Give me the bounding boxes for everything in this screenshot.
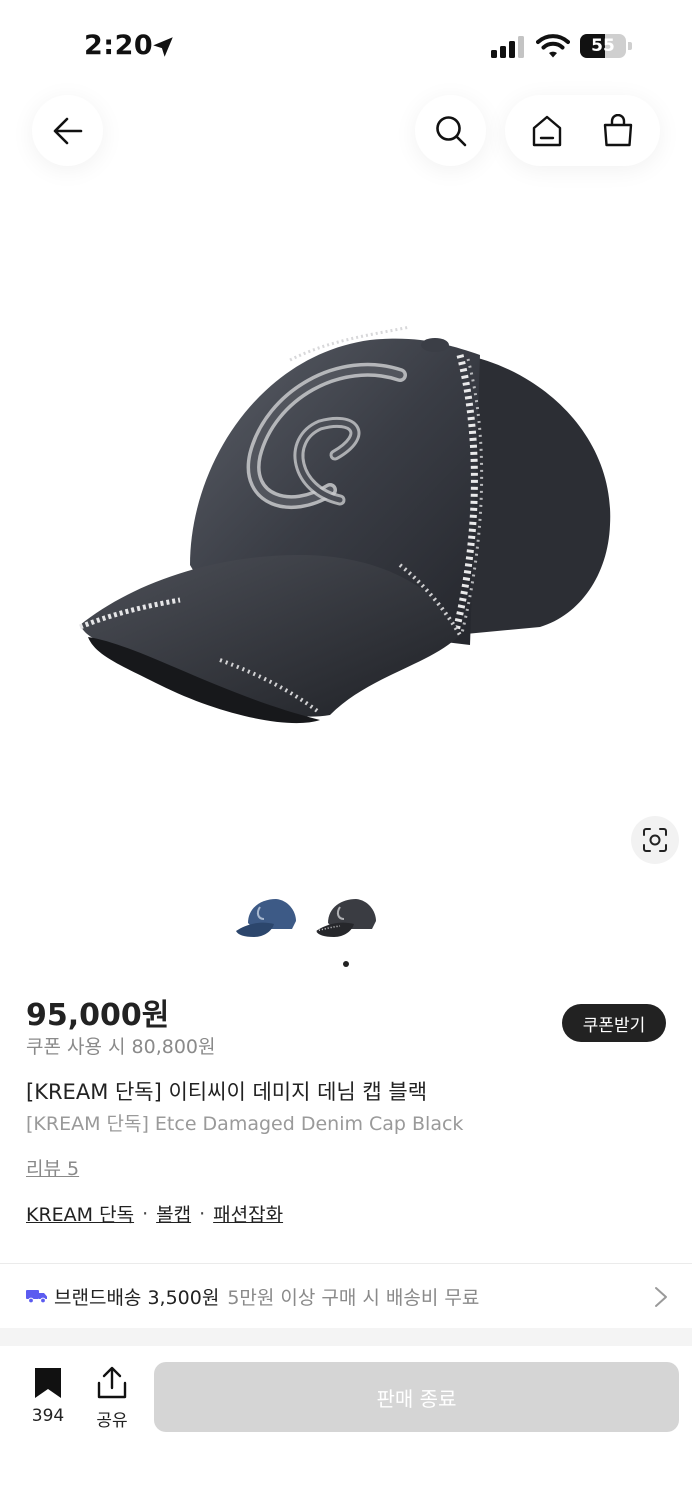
home-button[interactable]: [517, 101, 577, 161]
coupon-price: 쿠폰 사용 시 80,800원: [26, 1036, 216, 1058]
product-title-english: [KREAM 단독] Etce Damaged Denim Cap Black: [26, 1113, 464, 1135]
sale-ended-button[interactable]: 판매 종료: [154, 1362, 679, 1432]
chevron-right-icon: [655, 1287, 667, 1307]
bookmark-button[interactable]: 394: [18, 1366, 78, 1436]
cellular-signal-icon: [491, 36, 524, 58]
home-cart-group: [505, 95, 660, 166]
bookmark-count: 394: [31, 1406, 65, 1426]
share-button[interactable]: 공유: [84, 1366, 140, 1436]
cart-button[interactable]: [588, 101, 648, 161]
search-icon: [435, 115, 466, 146]
tag-separator: ·: [199, 1202, 206, 1225]
thumbnail-strip: [0, 893, 692, 943]
back-button[interactable]: [32, 95, 103, 166]
review-link[interactable]: 리뷰 5: [26, 1154, 79, 1181]
visual-search-button[interactable]: [631, 816, 679, 864]
bookmark-icon: [35, 1368, 61, 1398]
status-time: 2:20: [84, 30, 154, 61]
shipping-label: 브랜드배송 3,500원: [54, 1286, 220, 1309]
visual-search-icon: [643, 828, 667, 852]
shipping-free-note: 5만원 이상 구매 시 배송비 무료: [227, 1286, 480, 1309]
battery-percentage: 55: [591, 36, 615, 56]
product-price: 95,000원: [26, 998, 170, 1033]
share-label: 공유: [96, 1411, 128, 1431]
section-spacer: [0, 1328, 692, 1346]
home-icon: [532, 115, 561, 146]
shipping-info-row[interactable]: 브랜드배송 3,500원 5만원 이상 구매 시 배송비 무료: [0, 1264, 692, 1328]
thumbnail-black-cap[interactable]: [314, 893, 378, 943]
shopping-bag-icon: [604, 113, 633, 146]
product-image[interactable]: [70, 315, 630, 745]
thumbnail-blue-cap[interactable]: [234, 893, 298, 943]
category-tags: KREAM 단독 · 볼캡 · 패션잡화: [26, 1200, 283, 1227]
get-coupon-button[interactable]: 쿠폰받기: [562, 1004, 666, 1042]
search-button[interactable]: [415, 95, 486, 166]
status-bar: 2:20 55: [0, 0, 692, 92]
wifi-icon: [536, 34, 570, 58]
tag-ballcap[interactable]: 볼캡: [156, 1200, 191, 1227]
bottom-action-bar: 394 공유 판매 종료: [0, 1346, 692, 1500]
truck-icon: [26, 1290, 47, 1304]
carousel-page-indicator: [343, 961, 349, 967]
arrow-left-icon: [53, 117, 82, 144]
battery-indicator: 55: [580, 34, 632, 58]
share-icon: [97, 1366, 127, 1399]
tag-kream-exclusive[interactable]: KREAM 단독: [26, 1200, 134, 1227]
location-arrow-icon: [153, 37, 173, 57]
tag-separator: ·: [142, 1202, 149, 1225]
tag-fashion-goods[interactable]: 패션잡화: [213, 1200, 283, 1227]
product-title-korean: [KREAM 단독] 이티씨이 데미지 데님 캡 블랙: [26, 1080, 428, 1104]
